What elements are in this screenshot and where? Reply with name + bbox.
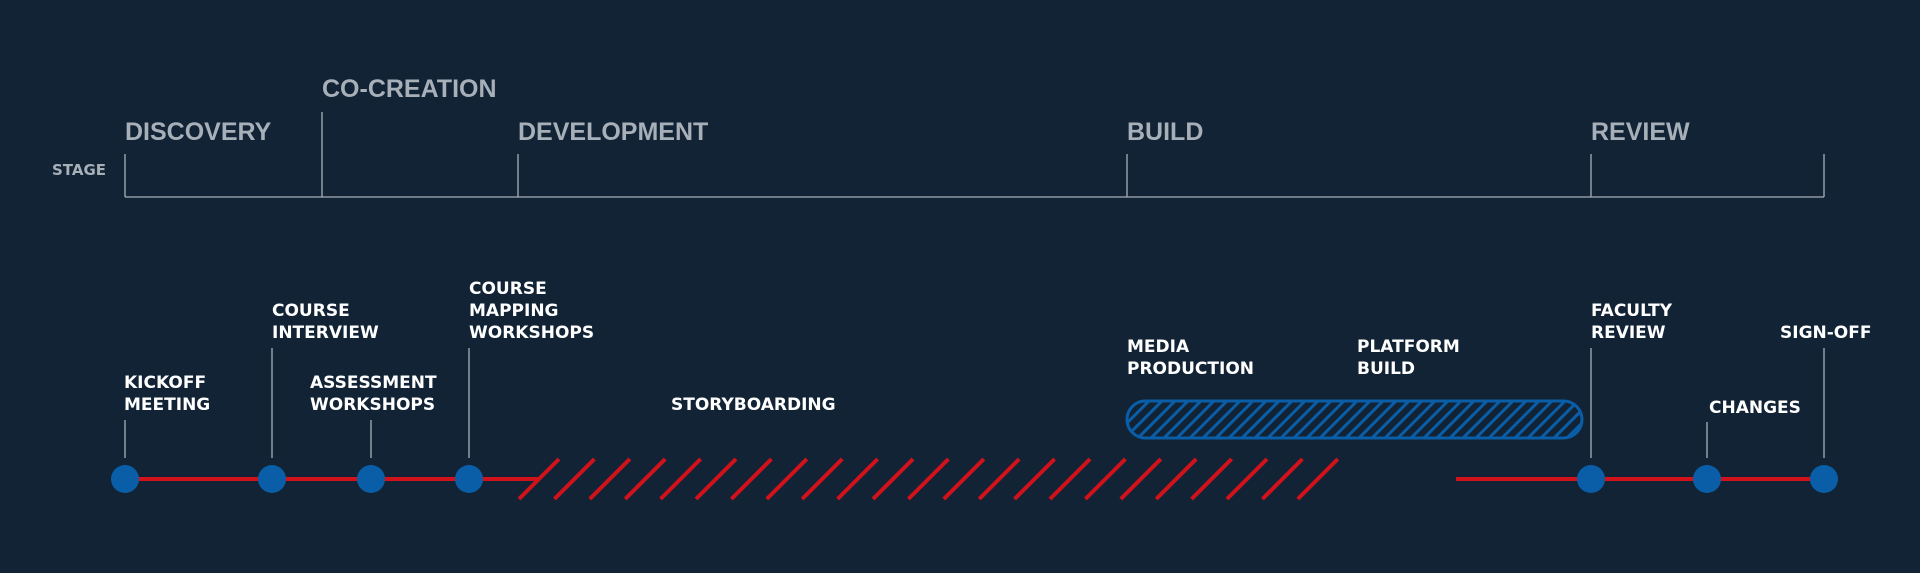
phase-label-media-production: MEDIA PRODUCTION [1127, 337, 1254, 379]
stage-title-discovery: DISCOVERY [125, 118, 272, 146]
hatch-stroke [1225, 457, 1269, 501]
hatch-stroke [906, 457, 950, 501]
hatch-stroke [977, 457, 1021, 501]
milestone-dot-sign-off [1810, 465, 1838, 493]
hatch-stroke [1083, 457, 1127, 501]
hatch-stroke [836, 457, 880, 501]
hatch-stroke [588, 457, 632, 501]
milestone-dot-course-mapping [455, 465, 483, 493]
hatch-stroke [765, 457, 809, 501]
build-hatch-stroke [1591, 400, 1631, 440]
milestone-label-assessment: ASSESSMENT WORKSHOPS [310, 373, 443, 415]
stage-title-build: BUILD [1127, 118, 1203, 146]
milestone-dot-course-interview [258, 465, 286, 493]
hatch-stroke [942, 457, 986, 501]
phase-label-platform-build: PLATFORM BUILD [1357, 337, 1466, 379]
stage-title-co-creation: CO-CREATION [322, 75, 497, 103]
stage-title-development: DEVELOPMENT [518, 118, 708, 146]
milestone-label-course-interview: COURSE INTERVIEW [272, 301, 379, 343]
hatch-stroke [694, 457, 738, 501]
hatch-stroke [1190, 457, 1234, 501]
milestone-label-faculty-review: FACULTY REVIEW [1591, 301, 1678, 343]
milestone-dot-changes [1693, 465, 1721, 493]
milestone-dot-faculty-review [1577, 465, 1605, 493]
build-bar [1125, 399, 1631, 440]
hatch-stroke [623, 457, 667, 501]
stage-axis-label: STAGE [52, 161, 106, 179]
milestone-label-changes: CHANGES [1709, 398, 1801, 418]
hatch-stroke [1013, 457, 1057, 501]
hatch-stroke [1296, 457, 1340, 501]
hatch-stroke [1154, 457, 1198, 501]
build-bar-hatch [1127, 400, 1631, 440]
hatch-stroke [1119, 457, 1163, 501]
phase-label-storyboarding: STORYBOARDING [671, 395, 836, 415]
milestone-dot-kickoff [111, 465, 139, 493]
hatch-stroke [871, 457, 915, 501]
timeline-diagram: STAGE DISCOVERY CO-CREATION DEVELOPMENT … [52, 75, 1871, 501]
hatch-stroke [800, 457, 844, 501]
build-hatch-stroke [1576, 400, 1582, 438]
hatch-stroke [1260, 457, 1304, 501]
milestone-label-sign-off: SIGN-OFF [1780, 323, 1871, 343]
hatch-stroke [659, 457, 703, 501]
milestone-label-kickoff: KICKOFF MEETING [124, 373, 212, 415]
storyboarding-hatch [517, 457, 1340, 501]
stage-brackets [124, 112, 1825, 198]
hatch-stroke [552, 457, 596, 501]
hatch-stroke [729, 457, 773, 501]
hatch-stroke [1048, 457, 1092, 501]
milestone-dot-assessment [357, 465, 385, 493]
stage-title-review: REVIEW [1591, 118, 1690, 146]
milestone-label-course-mapping: COURSE MAPPING WORKSHOPS [469, 279, 594, 343]
